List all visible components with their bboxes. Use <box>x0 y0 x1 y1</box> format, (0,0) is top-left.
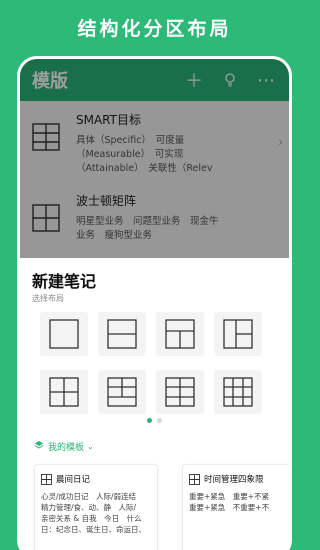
layout-option-top-two-plus-bottom[interactable] <box>98 370 146 414</box>
layout-option-six-grid[interactable] <box>156 370 204 414</box>
my-templates-label: 我的模板 <box>48 443 85 453</box>
sheet-title: 新建笔记 <box>32 272 97 291</box>
dim-overlay[interactable] <box>20 59 289 269</box>
phone-frame: 模版 ＋ ⋯ SMART目标 具体（Specific） 可度量 （Measura… <box>17 56 292 550</box>
layout-option-single[interactable] <box>40 312 88 356</box>
my-templates-toggle[interactable]: 我的模板 ⌄ <box>34 440 94 453</box>
layout-top-plus-two-icon <box>165 319 195 349</box>
layout-left-plus-two-right-icon <box>223 319 253 349</box>
sheet-subtitle: 选择布局 <box>32 294 64 303</box>
template-card-line: 日：纪念日、诞生日、命运日、 <box>41 525 146 534</box>
layout-top-two-plus-bottom-icon <box>107 377 137 407</box>
layers-icon <box>34 440 44 453</box>
layout-option-top-plus-two[interactable] <box>156 312 204 356</box>
layout-single-icon <box>49 319 79 349</box>
layout-six-grid-icon <box>165 377 195 407</box>
template-card-line: 心灵/成功日记 人际/弱连结 <box>41 492 137 501</box>
template-card[interactable]: 时间管理四象限 重要+紧急 重要+不紧 重要+紧急 不重要+不 <box>182 464 289 550</box>
layout-option-four-grid[interactable] <box>40 370 88 414</box>
grid-four-icon <box>41 473 52 485</box>
layout-nine-grid-icon <box>223 377 253 407</box>
page-dot-active[interactable] <box>147 418 152 423</box>
template-card-line: 精力管理/食、动、静 人际/ <box>41 503 137 512</box>
grid-four-icon <box>189 473 200 485</box>
template-card-line: 亲密关系 & 自我 今日 什么 <box>41 514 142 523</box>
new-note-sheet: 新建笔记 选择布局 我的模板 ⌄ 晨间日记 心灵/成功日记 人际/弱连结 精力管… <box>20 258 289 550</box>
chevron-down-icon: ⌄ <box>87 442 94 451</box>
template-card[interactable]: 晨间日记 心灵/成功日记 人际/弱连结 精力管理/食、动、静 人际/ 亲密关系 … <box>34 464 158 550</box>
template-card-title: 时间管理四象限 <box>204 475 264 485</box>
template-card-title: 晨间日记 <box>56 475 91 485</box>
promo-title: 结构化分区布局 <box>77 18 232 40</box>
page-indicator <box>20 418 289 423</box>
layout-two-rows-icon <box>107 319 137 349</box>
layout-option-two-rows[interactable] <box>98 312 146 356</box>
template-card-line: 重要+紧急 重要+不紧 <box>189 492 270 501</box>
layout-four-grid-icon <box>49 377 79 407</box>
page-dot[interactable] <box>157 418 162 423</box>
layout-option-nine-grid[interactable] <box>214 370 262 414</box>
layout-option-left-plus-two-right[interactable] <box>214 312 262 356</box>
template-card-line: 重要+紧急 不重要+不 <box>189 503 270 512</box>
